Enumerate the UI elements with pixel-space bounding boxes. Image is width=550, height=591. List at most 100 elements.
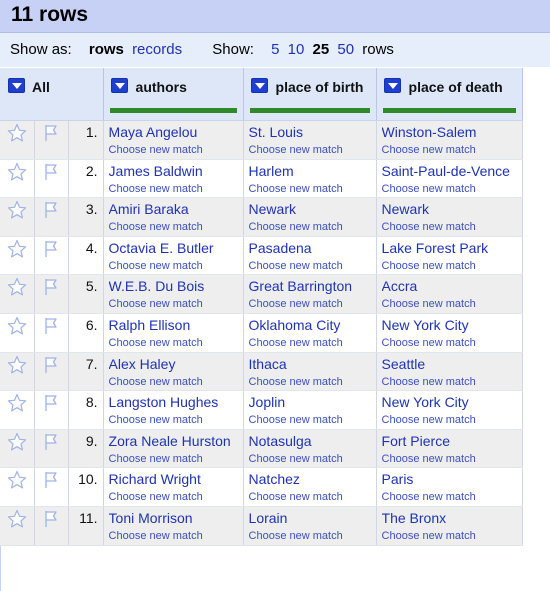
death-value[interactable]: New York City [382, 317, 522, 333]
birth-choose-match-link[interactable]: Choose new match [249, 414, 376, 426]
author-value[interactable]: Maya Angelou [109, 124, 243, 140]
author-choose-match-link[interactable]: Choose new match [109, 376, 243, 388]
death-choose-match-link[interactable]: Choose new match [382, 221, 522, 233]
flag-icon[interactable] [41, 470, 61, 490]
author-value[interactable]: Octavia E. Butler [109, 240, 243, 256]
star-icon[interactable] [7, 432, 27, 452]
flag-icon[interactable] [41, 162, 61, 182]
birth-choose-match-link[interactable]: Choose new match [249, 337, 376, 349]
birth-cell: Ithaca Choose new match [243, 352, 377, 392]
author-choose-match-link[interactable]: Choose new match [109, 337, 243, 349]
birth-choose-match-link[interactable]: Choose new match [249, 260, 376, 272]
death-choose-match-link[interactable]: Choose new match [382, 144, 522, 156]
star-icon[interactable] [7, 509, 27, 529]
death-choose-match-link[interactable]: Choose new match [382, 491, 522, 503]
death-choose-match-link[interactable]: Choose new match [382, 530, 522, 542]
star-icon[interactable] [7, 393, 27, 413]
birth-choose-match-link[interactable]: Choose new match [249, 376, 376, 388]
records-view-link[interactable]: records [132, 41, 182, 58]
star-icon[interactable] [7, 123, 27, 143]
author-value[interactable]: James Baldwin [109, 163, 243, 179]
flag-icon[interactable] [41, 509, 61, 529]
author-value[interactable]: Toni Morrison [109, 510, 243, 526]
birth-choose-match-link[interactable]: Choose new match [249, 221, 376, 233]
birth-value[interactable]: Joplin [249, 394, 376, 410]
birth-choose-match-link[interactable]: Choose new match [249, 298, 376, 310]
death-choose-match-link[interactable]: Choose new match [382, 337, 522, 349]
death-value[interactable]: New York City [382, 394, 522, 410]
birth-dropdown-icon[interactable] [250, 78, 268, 93]
death-value[interactable]: Fort Pierce [382, 433, 522, 449]
author-value[interactable]: Alex Haley [109, 356, 243, 372]
death-value[interactable]: Accra [382, 278, 522, 294]
author-value[interactable]: W.E.B. Du Bois [109, 278, 243, 294]
death-dropdown-icon[interactable] [383, 78, 401, 93]
death-value[interactable]: Seattle [382, 356, 522, 372]
death-choose-match-link[interactable]: Choose new match [382, 260, 522, 272]
flag-icon[interactable] [41, 355, 61, 375]
death-value[interactable]: Lake Forest Park [382, 240, 522, 256]
death-value[interactable]: Saint-Paul-de-Vence [382, 163, 522, 179]
flag-icon[interactable] [41, 393, 61, 413]
rows-view-option[interactable]: rows [89, 41, 124, 58]
star-icon[interactable] [7, 200, 27, 220]
author-value[interactable]: Richard Wright [109, 471, 243, 487]
birth-choose-match-link[interactable]: Choose new match [249, 530, 376, 542]
author-choose-match-link[interactable]: Choose new match [109, 491, 243, 503]
author-choose-match-link[interactable]: Choose new match [109, 453, 243, 465]
birth-value[interactable]: Harlem [249, 163, 376, 179]
birth-choose-match-link[interactable]: Choose new match [249, 183, 376, 195]
death-value[interactable]: Winston-Salem [382, 124, 522, 140]
birth-value[interactable]: Lorain [249, 510, 376, 526]
flag-icon[interactable] [41, 277, 61, 297]
death-value[interactable]: The Bronx [382, 510, 522, 526]
death-choose-match-link[interactable]: Choose new match [382, 414, 522, 426]
author-choose-match-link[interactable]: Choose new match [109, 144, 243, 156]
author-choose-match-link[interactable]: Choose new match [109, 221, 243, 233]
page-size-5[interactable]: 5 [271, 41, 279, 58]
death-choose-match-link[interactable]: Choose new match [382, 183, 522, 195]
star-icon[interactable] [7, 239, 27, 259]
author-value[interactable]: Langston Hughes [109, 394, 243, 410]
star-icon[interactable] [7, 277, 27, 297]
row-number-cell: 8. [68, 390, 104, 430]
author-choose-match-link[interactable]: Choose new match [109, 530, 243, 542]
flag-icon[interactable] [41, 432, 61, 452]
death-choose-match-link[interactable]: Choose new match [382, 298, 522, 310]
page-size-10[interactable]: 10 [288, 41, 305, 58]
death-value[interactable]: Newark [382, 201, 522, 217]
death-choose-match-link[interactable]: Choose new match [382, 453, 522, 465]
birth-choose-match-link[interactable]: Choose new match [249, 491, 376, 503]
star-icon[interactable] [7, 316, 27, 336]
birth-choose-match-link[interactable]: Choose new match [249, 453, 376, 465]
flag-icon[interactable] [41, 316, 61, 336]
birth-choose-match-link[interactable]: Choose new match [249, 144, 376, 156]
star-icon[interactable] [7, 162, 27, 182]
death-value[interactable]: Paris [382, 471, 522, 487]
birth-value[interactable]: St. Louis [249, 124, 376, 140]
page-size-25[interactable]: 25 [313, 41, 330, 58]
birth-value[interactable]: Oklahoma City [249, 317, 376, 333]
birth-value[interactable]: Ithaca [249, 356, 376, 372]
birth-value[interactable]: Notasulga [249, 433, 376, 449]
star-icon[interactable] [7, 470, 27, 490]
flag-icon[interactable] [41, 123, 61, 143]
author-choose-match-link[interactable]: Choose new match [109, 260, 243, 272]
author-choose-match-link[interactable]: Choose new match [109, 183, 243, 195]
author-choose-match-link[interactable]: Choose new match [109, 414, 243, 426]
author-value[interactable]: Amiri Baraka [109, 201, 243, 217]
star-icon[interactable] [7, 355, 27, 375]
flag-icon[interactable] [41, 239, 61, 259]
authors-dropdown-icon[interactable] [110, 78, 128, 93]
birth-value[interactable]: Great Barrington [249, 278, 376, 294]
birth-value[interactable]: Newark [249, 201, 376, 217]
author-choose-match-link[interactable]: Choose new match [109, 298, 243, 310]
all-dropdown-icon[interactable] [8, 78, 25, 93]
author-value[interactable]: Zora Neale Hurston [109, 433, 243, 449]
death-choose-match-link[interactable]: Choose new match [382, 376, 522, 388]
birth-value[interactable]: Natchez [249, 471, 376, 487]
page-size-50[interactable]: 50 [337, 41, 354, 58]
birth-value[interactable]: Pasadena [249, 240, 376, 256]
flag-icon[interactable] [41, 200, 61, 220]
author-value[interactable]: Ralph Ellison [109, 317, 243, 333]
